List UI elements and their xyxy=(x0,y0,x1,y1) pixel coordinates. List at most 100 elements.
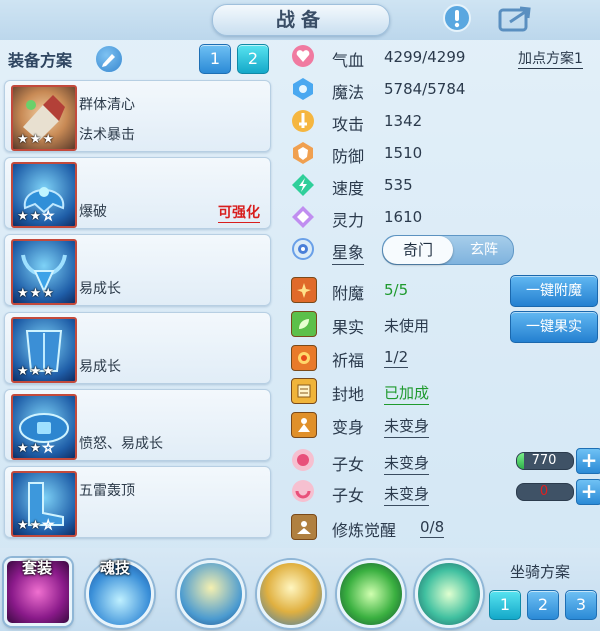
star-rating: ★ ★ ★ xyxy=(17,286,54,301)
share-icon xyxy=(498,6,531,32)
hp-value: 4299/4299 xyxy=(384,48,466,66)
guoshi-label: 果实 xyxy=(332,318,365,337)
star-rating: ★ ★ ☆ xyxy=(17,209,54,225)
toggle-xuanzhen[interactable]: 玄阵 xyxy=(455,236,513,264)
equip-plan-label: 装备方案 xyxy=(8,51,73,70)
soul-skill-label: 魂技 xyxy=(100,559,131,577)
child-icon xyxy=(291,479,315,503)
atk-value: 1342 xyxy=(384,112,423,130)
qifu-label: 祈福 xyxy=(332,351,365,370)
fruit-icon xyxy=(291,311,317,337)
transform-icon xyxy=(291,412,317,438)
help-button[interactable] xyxy=(440,4,474,32)
pencil-icon xyxy=(102,54,115,67)
stat-plan-button[interactable]: 加点方案1 xyxy=(518,48,583,69)
mp-label: 魔法 xyxy=(332,83,365,102)
mount-tab-3[interactable]: 3 xyxy=(565,590,597,620)
necklace-icon: ★ ★ ★ xyxy=(11,239,77,305)
equip-card-2[interactable]: ★ ★ ☆ 爆破 可强化 xyxy=(4,157,271,229)
star-rating: ★ ★ ★ xyxy=(17,132,54,147)
mp-value: 5784/5784 xyxy=(384,80,466,98)
mount-tab-2[interactable]: 2 xyxy=(527,590,559,620)
share-button[interactable] xyxy=(498,4,532,32)
defense-icon xyxy=(291,141,315,165)
zinv2-value[interactable]: 未变身 xyxy=(384,483,430,506)
armor-icon: ★ ★ ★ xyxy=(11,317,77,383)
zinv2-bar-value: 0 xyxy=(539,484,549,499)
one-click-enchant-button[interactable]: 一键附魔 xyxy=(510,275,598,307)
skill-slot-4[interactable] xyxy=(415,560,483,628)
helmet-icon: ★ ★ ☆ xyxy=(11,162,77,228)
fengdi-label: 封地 xyxy=(332,385,365,404)
star-rating: ★ ★ ☆ xyxy=(17,518,54,534)
equip-icon: ★ ★ ★ xyxy=(11,85,77,151)
fumo-value: 5/5 xyxy=(384,281,409,299)
mount-tab-1[interactable]: 1 xyxy=(489,590,521,620)
toggle-qimen[interactable]: 奇门 xyxy=(383,236,453,264)
zinv2-add-button[interactable]: + xyxy=(576,479,600,505)
equip-card-5[interactable]: ★ ★ ☆ 愤怒、易成长 xyxy=(4,389,271,461)
fengdi-value[interactable]: 已加成 xyxy=(384,382,430,405)
one-click-fruit-button[interactable]: 一键果实 xyxy=(510,311,598,343)
xiulian-value[interactable]: 0/8 xyxy=(420,518,445,538)
xiulian-label: 修炼觉醒 xyxy=(332,521,397,540)
edit-button[interactable] xyxy=(94,44,124,74)
card-line2: 易成长 xyxy=(79,281,121,297)
guoshi-value: 未使用 xyxy=(384,317,430,335)
spd-value: 535 xyxy=(384,176,413,194)
star-rating: ★ ★ ☆ xyxy=(17,441,54,457)
zinv2-label: 子女 xyxy=(332,486,365,505)
zinv1-value[interactable]: 未变身 xyxy=(384,452,430,475)
equip-tab-2[interactable]: 2 xyxy=(237,44,269,74)
star-sign-icon xyxy=(291,237,315,261)
enhance-badge[interactable]: 可强化 xyxy=(218,202,260,223)
equip-tab-1[interactable]: 1 xyxy=(199,44,231,74)
speed-icon xyxy=(291,173,315,197)
equip-card-6[interactable]: ★ ★ ☆ 五雷轰顶 xyxy=(4,466,271,538)
spd-label: 速度 xyxy=(332,179,365,198)
zinv1-bar-value: 770 xyxy=(531,453,557,468)
qifu-value[interactable]: 1/2 xyxy=(384,348,409,368)
belt-icon: ★ ★ ☆ xyxy=(11,394,77,460)
bianshen-label: 变身 xyxy=(332,418,365,437)
xingxiang-label[interactable]: 星象 xyxy=(332,239,365,265)
skill-slot-2[interactable] xyxy=(257,560,325,628)
def-value: 1510 xyxy=(384,144,423,162)
bianshen-value[interactable]: 未变身 xyxy=(384,415,430,438)
attack-icon xyxy=(291,109,315,133)
star-rating: ★ ★ ★ xyxy=(17,364,54,379)
spirit-value: 1610 xyxy=(384,208,423,226)
equip-card-3[interactable]: ★ ★ ★ 易成长 xyxy=(4,234,271,306)
def-label: 防御 xyxy=(332,147,365,166)
card-line2: 易成长 xyxy=(79,359,121,375)
equip-card-1[interactable]: ★ ★ ★ 群体清心 法术暴击 xyxy=(4,80,271,152)
mana-icon xyxy=(291,77,315,101)
suit-label: 套装 xyxy=(22,559,53,577)
atk-label: 攻击 xyxy=(332,115,365,134)
xingxiang-toggle[interactable]: 奇门 玄阵 xyxy=(382,235,514,265)
heart-icon xyxy=(291,44,315,68)
equip-card-4[interactable]: ★ ★ ★ 易成长 xyxy=(4,312,271,384)
zinv1-label: 子女 xyxy=(332,455,365,474)
card-line2: 愤怒、易成长 xyxy=(79,436,163,452)
spirit-icon xyxy=(291,205,315,229)
zinv1-add-button[interactable]: + xyxy=(576,448,600,474)
spirit-label: 灵力 xyxy=(332,211,365,230)
card-line1: 五雷轰顶 xyxy=(79,483,135,499)
skill-slot-1[interactable] xyxy=(177,560,245,628)
boots-icon: ★ ★ ☆ xyxy=(11,471,77,537)
child-icon xyxy=(291,448,315,472)
mount-plan-label: 坐骑方案 xyxy=(510,563,571,581)
hp-label: 气血 xyxy=(332,51,365,70)
card-line2: 爆破 xyxy=(79,204,107,220)
blessing-icon xyxy=(291,345,317,371)
cultivation-icon xyxy=(291,514,317,540)
enchant-icon xyxy=(291,277,317,303)
card-line2: 法术暴击 xyxy=(79,127,135,143)
skill-slot-3[interactable] xyxy=(337,560,405,628)
exclamation-icon xyxy=(443,4,471,32)
fief-icon xyxy=(291,378,317,404)
fumo-label: 附魔 xyxy=(332,284,365,303)
page-title: 战备 xyxy=(212,4,390,36)
card-line1: 群体清心 xyxy=(79,97,135,113)
